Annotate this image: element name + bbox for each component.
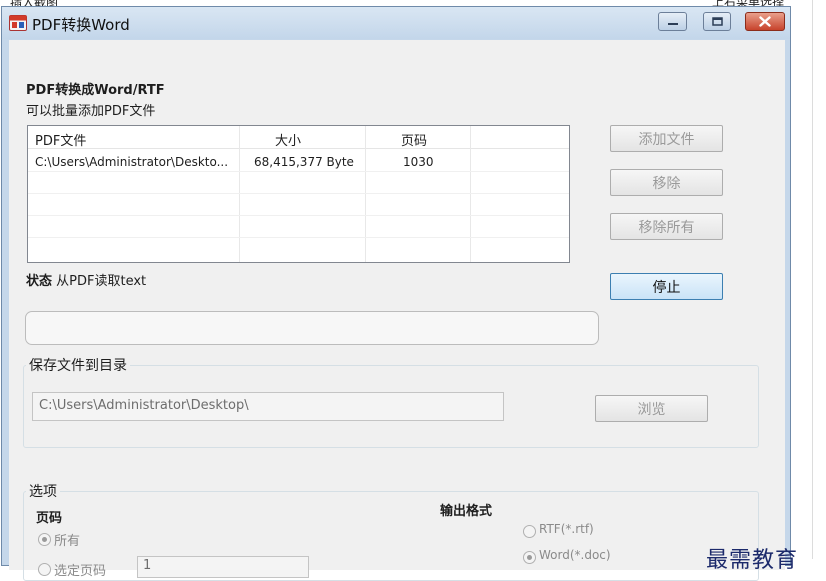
column-header-file[interactable]: PDF文件 xyxy=(35,130,86,149)
browse-button[interactable]: 浏览 xyxy=(595,395,708,422)
pages-all-radio[interactable] xyxy=(38,533,51,546)
column-separator xyxy=(239,126,240,262)
column-header-size[interactable]: 大小 xyxy=(275,130,301,149)
maximize-icon xyxy=(711,17,723,26)
watermark-text: 最需教育 xyxy=(706,548,799,573)
close-icon xyxy=(759,16,771,27)
stop-button[interactable]: 停止 xyxy=(610,273,723,300)
status-text: 从PDF读取text xyxy=(56,274,147,289)
row-divider xyxy=(28,171,569,172)
row-divider xyxy=(28,237,569,238)
cell-file-size[interactable]: 68,415,377 Byte xyxy=(254,155,354,169)
options-group-label: 选项 xyxy=(26,481,60,501)
column-separator xyxy=(365,126,366,262)
format-rtf-radio[interactable] xyxy=(523,525,536,538)
pdf-file-list[interactable]: PDF文件 大小 页码 C:\Users\Administrator\Deskt… xyxy=(27,125,570,263)
save-group-label: 保存文件到目录 xyxy=(26,355,130,375)
row-divider xyxy=(28,215,569,216)
pdf-to-word-app-icon xyxy=(9,15,27,31)
options-group xyxy=(23,491,759,581)
main-heading: PDF转换成Word/RTF xyxy=(26,83,165,98)
client-area: PDF转换成Word/RTF 可以批量添加PDF文件 PDF文件 大小 页码 C… xyxy=(9,40,785,581)
row-divider xyxy=(28,193,569,194)
status-line: 状态 从PDF读取text xyxy=(26,270,146,289)
right-edge-divider xyxy=(812,0,813,559)
cell-file-path[interactable]: C:\Users\Administrator\Deskto... xyxy=(35,155,228,169)
add-file-button[interactable]: 添加文件 xyxy=(610,125,723,152)
output-format-label: 输出格式 xyxy=(440,504,493,519)
window-title: PDF转换Word xyxy=(32,16,130,34)
pages-all-label[interactable]: 所有 xyxy=(54,530,80,549)
list-header: PDF文件 大小 页码 xyxy=(28,126,569,149)
conversion-progress-bar xyxy=(25,311,599,345)
maximize-button[interactable] xyxy=(703,12,731,31)
column-separator xyxy=(470,126,471,262)
column-header-pages[interactable]: 页码 xyxy=(401,130,427,149)
minimize-button[interactable] xyxy=(658,12,687,31)
main-subtitle: 可以批量添加PDF文件 xyxy=(26,104,156,119)
remove-all-button[interactable]: 移除所有 xyxy=(610,213,723,240)
title-bar[interactable]: PDF转换Word xyxy=(2,7,790,39)
right-edge-area xyxy=(800,0,826,559)
remove-button[interactable]: 移除 xyxy=(610,169,723,196)
save-path-field[interactable]: C:\Users\Administrator\Desktop\ xyxy=(32,392,504,421)
minimize-icon xyxy=(667,22,678,25)
status-label: 状态 xyxy=(26,274,53,289)
format-rtf-label[interactable]: RTF(*.rtf) xyxy=(539,522,594,536)
pages-range-radio[interactable] xyxy=(38,563,51,576)
close-button[interactable] xyxy=(745,12,785,31)
pages-range-label[interactable]: 选定页码 xyxy=(54,560,106,579)
pages-label: 页码 xyxy=(36,511,63,526)
format-doc-label[interactable]: Word(*.doc) xyxy=(539,548,611,562)
cell-page-count[interactable]: 1030 xyxy=(403,155,434,169)
pages-range-input[interactable]: 1 xyxy=(137,556,309,578)
format-doc-radio[interactable] xyxy=(523,551,536,564)
app-window: PDF转换Word PDF转换成Word/RTF 可以批量添加PDF文件 PDF… xyxy=(1,6,791,581)
